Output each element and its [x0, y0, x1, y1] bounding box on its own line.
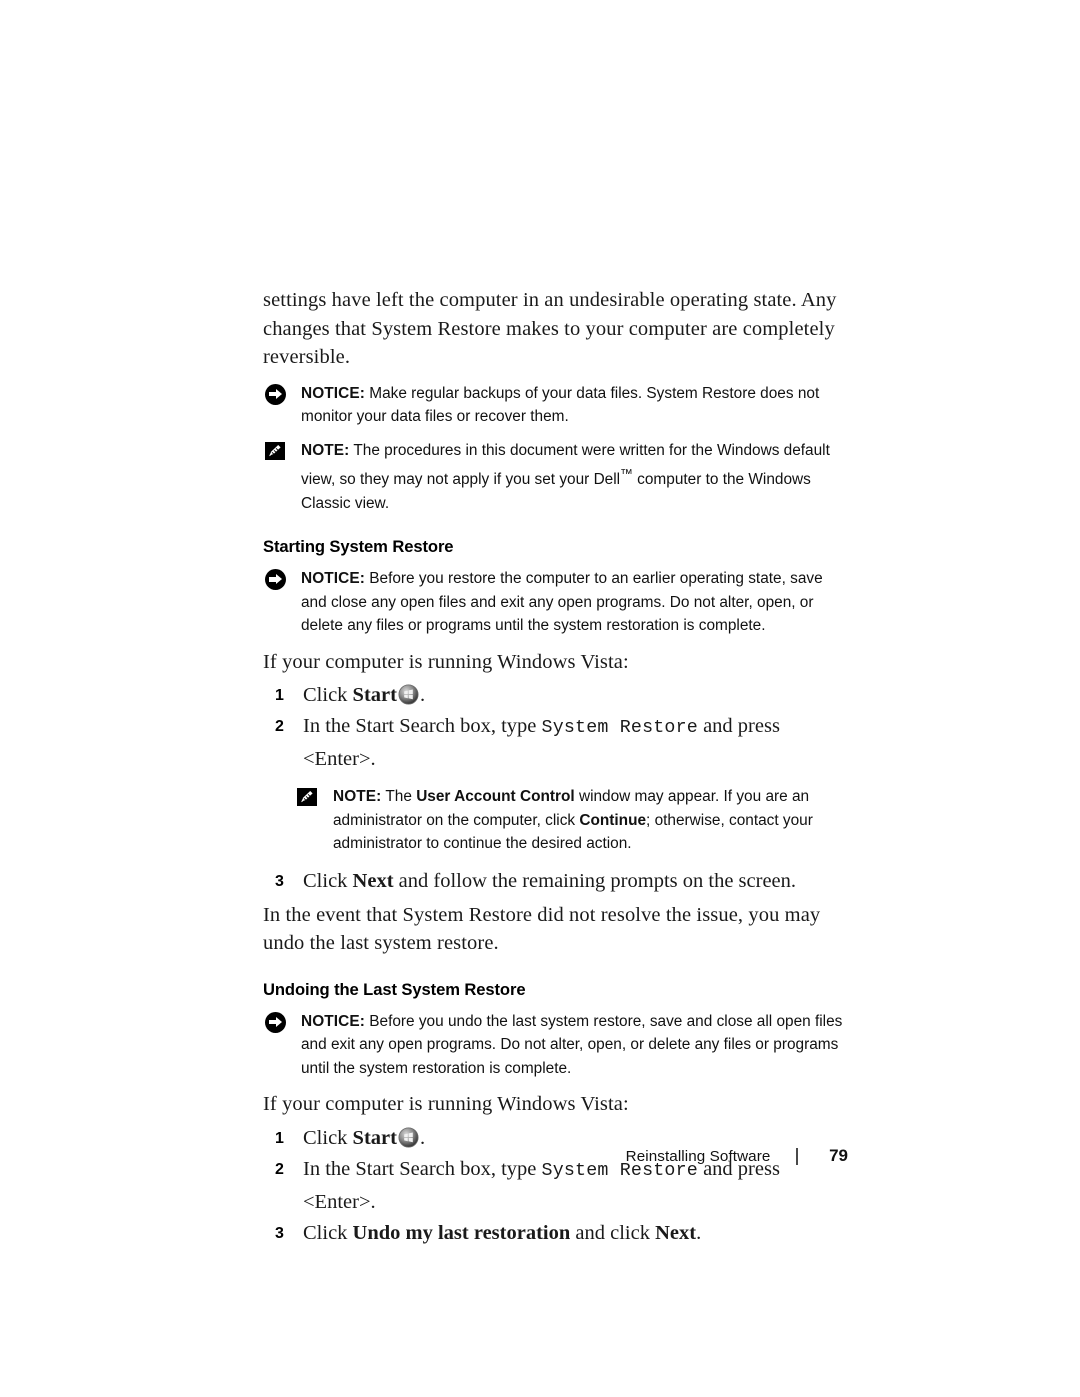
notice-body: Before you restore the computer to an ea… [301, 570, 823, 635]
notice-text: NOTICE: Before you undo the last system … [301, 1010, 848, 1081]
page-number: 79 [829, 1146, 848, 1165]
footer-divider [796, 1147, 798, 1165]
steps-starting-system-restore: 1 Click Start . 2 In the Start Search bo… [263, 680, 848, 775]
page-footer: Reinstalling Software 79 [263, 1146, 848, 1172]
intro-paragraph: settings have left the computer in an un… [263, 289, 837, 368]
notice-body: Before you undo the last system restore,… [301, 1012, 843, 1077]
step-text-after: and follow the remaining prompts on the … [393, 869, 797, 892]
step-text-before: Click [303, 1221, 353, 1244]
step-number: 3 [275, 1224, 284, 1242]
vista-lead-in-1: If your computer is running Windows Vist… [263, 650, 629, 673]
windows-start-orb-icon [398, 1127, 419, 1148]
step-text-before: Click [303, 869, 353, 892]
step-number: 2 [275, 718, 284, 736]
step-text-after: and click [570, 1221, 656, 1244]
note-text: NOTE: The procedures in this document we… [301, 439, 848, 516]
note-pencil-icon [265, 441, 285, 460]
notice-block-before-restore: NOTICE: Before you restore the computer … [263, 567, 848, 638]
footer-chapter-title: Reinstalling Software [625, 1147, 771, 1165]
note-body-1: The [381, 788, 417, 806]
step-text-end: . [696, 1221, 702, 1244]
vista-lead-in-2: If your computer is running Windows Vist… [263, 1093, 629, 1116]
heading-starting-system-restore: Starting System Restore [263, 537, 454, 557]
step-bold-next: Next [352, 869, 394, 892]
step-item: 2 In the Start Search box, type System Re… [263, 711, 848, 775]
step-number: 1 [275, 687, 284, 705]
note-block-user-account-control: NOTE: The User Account Control window ma… [295, 785, 848, 856]
document-page: settings have left the computer in an un… [0, 0, 1080, 1397]
note-block-default-view: NOTE: The procedures in this document we… [263, 439, 848, 516]
page-content: settings have left the computer in an un… [263, 286, 848, 1253]
note-label: NOTE: [301, 441, 350, 459]
heading-undoing-last-system-restore: Undoing the Last System Restore [263, 979, 526, 999]
footer-content: Reinstalling Software 79 [626, 1146, 848, 1166]
step-bold-next: Next [655, 1221, 697, 1244]
note-bold-continue: Continue [579, 811, 647, 829]
note-pencil-icon [297, 788, 317, 807]
step-item: 3 Click Undo my last restoration and clic… [263, 1218, 848, 1249]
notice-label: NOTICE: [301, 1012, 365, 1030]
note-text: NOTE: The User Account Control window ma… [333, 785, 848, 856]
step-bold-start: Start [352, 684, 397, 707]
notice-arrow-icon [265, 383, 286, 405]
step-bold-undo: Undo my last restoration [352, 1221, 571, 1244]
step-item: 1 Click Start . [263, 680, 848, 711]
notice-label: NOTICE: [301, 570, 365, 588]
steps-starting-system-restore-cont: 3 Click Next and follow the remaining pro… [263, 866, 848, 897]
notice-block-before-undo: NOTICE: Before you undo the last system … [263, 1010, 848, 1081]
step-number: 3 [275, 872, 284, 890]
notice-arrow-icon [265, 569, 286, 591]
step-text-after: . [419, 684, 426, 707]
notice-label: NOTICE: [301, 384, 365, 402]
notice-body: Make regular backups of your data files.… [301, 384, 820, 426]
notice-block-backups: NOTICE: Make regular backups of your dat… [263, 382, 848, 429]
step-text-before: Click [303, 684, 353, 707]
undo-paragraph: In the event that System Restore did not… [263, 903, 821, 955]
notice-text: NOTICE: Before you restore the computer … [301, 567, 848, 638]
notice-text: NOTICE: Make regular backups of your dat… [301, 382, 848, 429]
trademark-symbol: ™ [620, 466, 633, 481]
note-bold-uac: User Account Control [416, 788, 575, 806]
step-command-text: System Restore [541, 718, 698, 739]
step-text-before: In the Start Search box, type [303, 715, 542, 738]
steps-undoing-last-system-restore: 1 Click Start . 2 In the Start Search bo… [263, 1123, 848, 1249]
note-label: NOTE: [333, 788, 382, 806]
notice-arrow-icon [265, 1011, 286, 1033]
step-item: 3 Click Next and follow the remaining pro… [263, 866, 848, 897]
windows-start-orb-icon [398, 684, 419, 705]
